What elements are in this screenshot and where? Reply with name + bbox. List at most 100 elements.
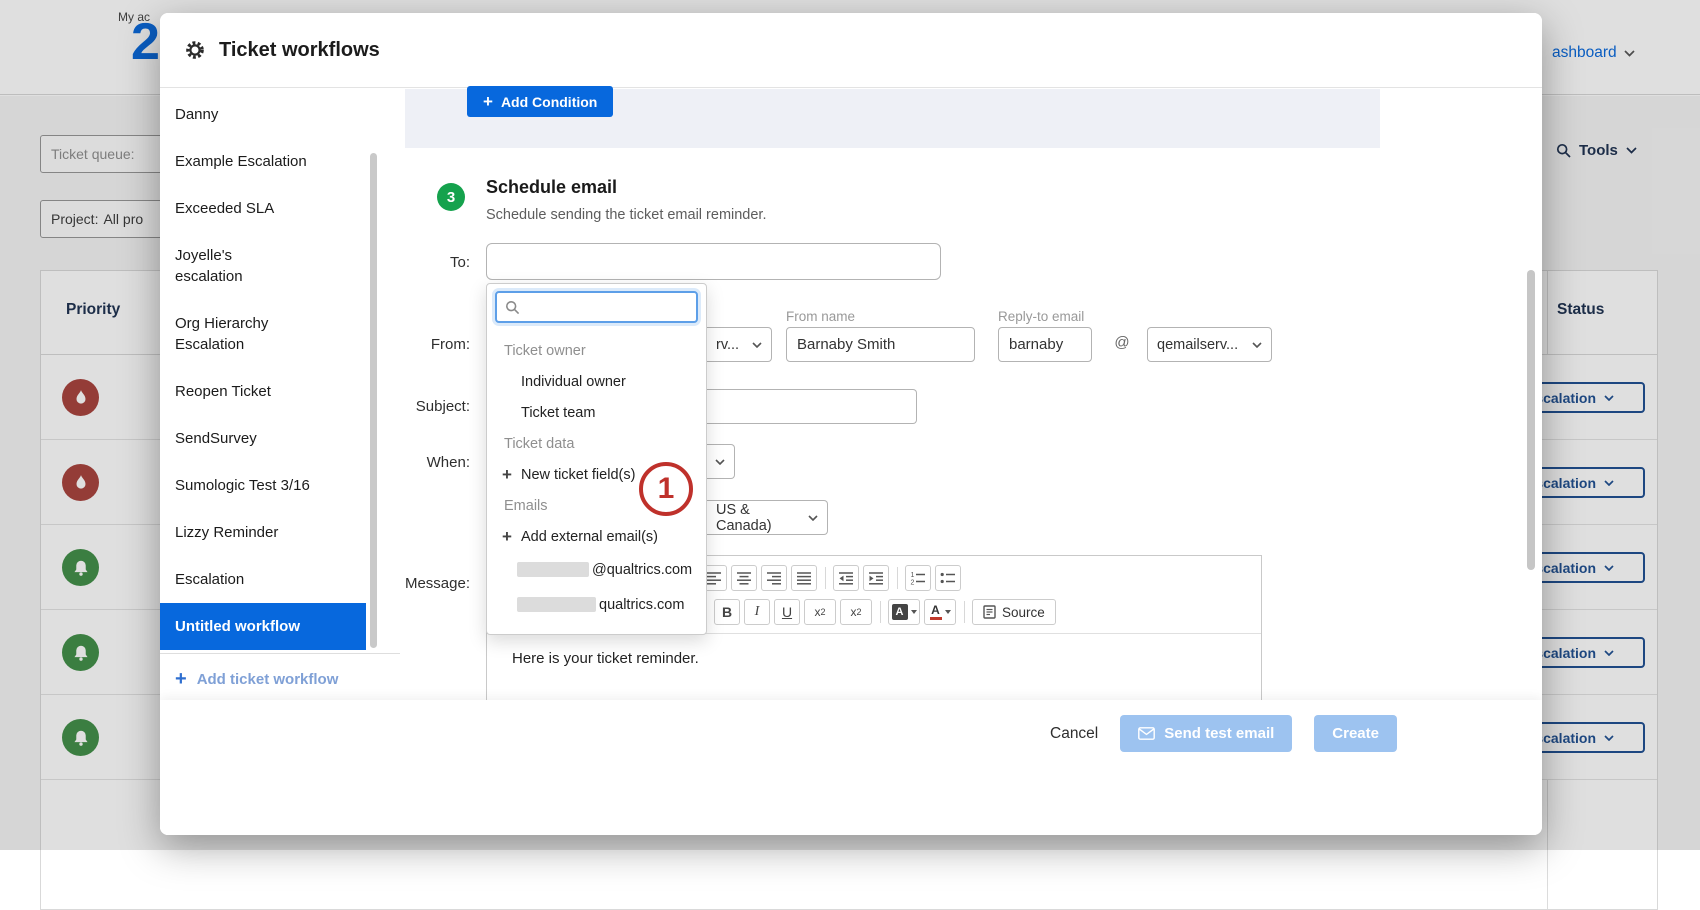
email-suffix: @qualtrics.com bbox=[592, 562, 692, 578]
reply-domain-value: qemailserv... bbox=[1157, 337, 1238, 353]
plus-icon: + bbox=[483, 93, 493, 110]
bold-button[interactable]: B bbox=[714, 599, 740, 625]
toolbar-separator bbox=[825, 567, 826, 589]
sidebar-item-org-hierarchy-escalation[interactable]: Org Hierarchy Escalation bbox=[160, 300, 366, 368]
indent-button[interactable] bbox=[863, 565, 889, 591]
sidebar-item-exceeded-sla[interactable]: Exceeded SLA bbox=[160, 185, 366, 232]
ticket-workflows-modal: Ticket workflows Danny Example Escalatio… bbox=[160, 13, 1542, 835]
to-input[interactable] bbox=[486, 243, 941, 280]
message-label: Message: bbox=[340, 575, 470, 592]
cancel-button[interactable]: Cancel bbox=[1050, 725, 1098, 743]
add-condition-button[interactable]: + Add Condition bbox=[467, 86, 613, 117]
align-right-button[interactable] bbox=[761, 565, 787, 591]
annotation-circle-1: 1 bbox=[639, 462, 693, 516]
caret-down-icon bbox=[911, 610, 917, 614]
background-color-glyph: A bbox=[892, 604, 908, 620]
envelope-icon bbox=[1138, 727, 1155, 740]
align-justify-button[interactable] bbox=[791, 565, 817, 591]
from-name-label: From name bbox=[786, 309, 855, 324]
source-button[interactable]: Source bbox=[972, 599, 1056, 625]
sidebar-item-joyelles-escalation[interactable]: Joyelle's escalation bbox=[160, 232, 366, 300]
sidebar-item-sumologic-test[interactable]: Sumologic Test 3/16 bbox=[160, 462, 366, 509]
text-color-button[interactable]: A bbox=[924, 599, 956, 625]
reply-domain-select[interactable]: qemailserv... bbox=[1147, 327, 1272, 362]
message-body[interactable]: Here is your ticket reminder. bbox=[487, 634, 1261, 667]
caret-down-icon bbox=[945, 610, 951, 614]
sidebar-item-sendsurvey[interactable]: SendSurvey bbox=[160, 415, 366, 462]
bullet-list-button[interactable] bbox=[935, 565, 961, 591]
background-color-button[interactable]: A bbox=[888, 599, 920, 625]
modal-footer: Cancel Send test email Create bbox=[160, 700, 1542, 835]
from-label: From: bbox=[340, 336, 470, 353]
subscript-mark: 2 bbox=[820, 607, 825, 617]
subject-label: Subject: bbox=[340, 398, 470, 415]
from-domain-select[interactable]: rv... bbox=[707, 327, 772, 362]
sidebar-item-reopen-ticket[interactable]: Reopen Ticket bbox=[160, 368, 366, 415]
timezone-select[interactable]: US & Canada) bbox=[707, 500, 828, 535]
outdent-button[interactable] bbox=[833, 565, 859, 591]
sidebar-item-escalation[interactable]: Escalation bbox=[160, 556, 366, 603]
text-color-glyph: A bbox=[930, 604, 942, 620]
create-button[interactable]: Create bbox=[1314, 715, 1397, 752]
step-number-badge: 3 bbox=[437, 183, 465, 211]
content-scrollbar[interactable] bbox=[1527, 270, 1535, 570]
sidebar-item-example-escalation[interactable]: Example Escalation bbox=[160, 138, 366, 185]
footer-actions: Cancel Send test email Create bbox=[1050, 715, 1397, 752]
from-name-input[interactable] bbox=[786, 327, 975, 362]
chevron-down-icon bbox=[715, 459, 725, 465]
plus-icon: + bbox=[500, 465, 514, 485]
modal-title: Ticket workflows bbox=[219, 39, 380, 62]
ordered-list-button[interactable]: 12 bbox=[905, 565, 931, 591]
underline-button[interactable]: U bbox=[774, 599, 800, 625]
underline-glyph: U bbox=[782, 604, 792, 620]
subject-input[interactable] bbox=[707, 389, 917, 424]
add-external-email-label: Add external email(s) bbox=[521, 529, 658, 545]
to-label: To: bbox=[340, 254, 470, 271]
step-title: Schedule email bbox=[486, 177, 617, 198]
bold-glyph: B bbox=[722, 604, 732, 620]
to-recipient-dropdown: Ticket owner Individual owner Ticket tea… bbox=[486, 283, 707, 635]
new-ticket-field-label: New ticket field(s) bbox=[521, 467, 635, 483]
reply-to-label: Reply-to email bbox=[998, 309, 1084, 324]
option-email-redacted-2[interactable]: qualtrics.com bbox=[487, 587, 706, 622]
toolbar-separator bbox=[880, 601, 881, 623]
dropdown-search-box[interactable] bbox=[495, 291, 698, 323]
sidebar-item-untitled-workflow[interactable]: Untitled workflow bbox=[160, 603, 366, 650]
chevron-down-icon bbox=[1252, 342, 1262, 348]
chevron-down-icon bbox=[752, 342, 762, 348]
when-select[interactable] bbox=[707, 444, 735, 479]
editor-toolbar-row-1: 12 bbox=[701, 564, 1261, 592]
reply-to-input[interactable] bbox=[998, 327, 1092, 362]
option-ticket-team[interactable]: Ticket team bbox=[487, 397, 706, 428]
when-label: When: bbox=[340, 454, 470, 471]
source-label: Source bbox=[1002, 605, 1045, 620]
add-ticket-workflow-button[interactable]: + Add ticket workflow bbox=[160, 654, 400, 689]
editor-toolbar-row-2: B I U x2 x2 A A Source bbox=[714, 598, 1261, 626]
text-color-letter: A bbox=[931, 604, 940, 616]
sidebar-item-danny[interactable]: Danny bbox=[160, 91, 366, 138]
add-workflow-label: Add ticket workflow bbox=[197, 671, 339, 688]
option-add-external-email[interactable]: + Add external email(s) bbox=[487, 521, 706, 552]
superscript-button[interactable]: x2 bbox=[840, 599, 872, 625]
option-email-redacted-1[interactable]: @qualtrics.com bbox=[487, 552, 706, 587]
gear-icon bbox=[184, 39, 206, 61]
redacted-text-block bbox=[517, 562, 589, 577]
sidebar-item-lizzy-reminder[interactable]: Lizzy Reminder bbox=[160, 509, 366, 556]
dropdown-search-input[interactable] bbox=[527, 299, 687, 315]
timezone-value: US & Canada) bbox=[716, 502, 808, 534]
workflow-list: Danny Example Escalation Exceeded SLA Jo… bbox=[160, 89, 400, 650]
from-domain-value: rv... bbox=[716, 337, 739, 353]
add-condition-label: Add Condition bbox=[501, 94, 597, 110]
subscript-button[interactable]: x2 bbox=[804, 599, 836, 625]
source-icon bbox=[983, 605, 996, 619]
color-swatch bbox=[930, 617, 942, 620]
at-separator: @ bbox=[1108, 334, 1136, 351]
italic-button[interactable]: I bbox=[744, 599, 770, 625]
send-test-email-button[interactable]: Send test email bbox=[1120, 715, 1292, 752]
align-center-button[interactable] bbox=[731, 565, 757, 591]
superscript-mark: 2 bbox=[856, 607, 861, 617]
step-subtitle: Schedule sending the ticket email remind… bbox=[486, 207, 767, 223]
italic-glyph: I bbox=[755, 604, 760, 620]
option-individual-owner[interactable]: Individual owner bbox=[487, 366, 706, 397]
create-label: Create bbox=[1332, 725, 1379, 742]
